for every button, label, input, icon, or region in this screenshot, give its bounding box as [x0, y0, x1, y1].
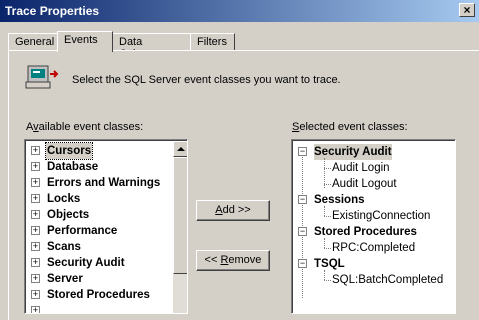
- tree-connector: [324, 216, 331, 217]
- tree-connector: [324, 206, 325, 216]
- title-bar: Trace Properties ×: [0, 0, 479, 22]
- list-item-security-audit[interactable]: + Security Audit: [31, 255, 171, 271]
- close-button[interactable]: ×: [459, 3, 475, 17]
- arrow-up-icon: [177, 147, 185, 151]
- scroll-up-button[interactable]: [173, 141, 187, 157]
- tree-group-stored-procedures[interactable]: − Stored Procedures: [298, 224, 453, 240]
- collapse-icon[interactable]: −: [298, 147, 307, 156]
- tree-connector: [324, 168, 331, 169]
- tree-connector: [324, 280, 331, 281]
- tab-strip: General Events Data Columns Filters: [8, 31, 478, 60]
- collapse-icon[interactable]: −: [298, 227, 307, 236]
- tree-group-sessions[interactable]: − Sessions: [298, 192, 453, 208]
- list-item-server[interactable]: + Server: [31, 271, 171, 287]
- tree-group-security-audit[interactable]: − Security Audit: [298, 144, 453, 160]
- expand-icon[interactable]: +: [31, 194, 40, 203]
- tab-data-columns[interactable]: Data Columns: [112, 33, 191, 60]
- remove-button[interactable]: << Remove: [196, 250, 270, 271]
- selected-events-tree[interactable]: − Security Audit Audit Login Audit Logou…: [291, 139, 456, 314]
- expand-icon[interactable]: +: [31, 162, 40, 171]
- collapse-icon[interactable]: −: [298, 195, 307, 204]
- window-title: Trace Properties: [5, 4, 100, 18]
- list-item-cursors[interactable]: + Cursors: [31, 142, 171, 160]
- collapse-icon[interactable]: −: [298, 259, 307, 268]
- vertical-scrollbar[interactable]: [173, 141, 187, 313]
- tab-filters[interactable]: Filters: [190, 33, 235, 50]
- tree-connector: [324, 270, 325, 280]
- list-item-database[interactable]: + Database: [31, 159, 171, 175]
- selected-events-label: Selected event classes:: [292, 121, 408, 133]
- expand-icon[interactable]: +: [31, 274, 40, 283]
- expand-icon[interactable]: +: [31, 306, 40, 313]
- tab-general[interactable]: General: [8, 33, 58, 50]
- close-icon: ×: [463, 3, 471, 17]
- expand-icon[interactable]: +: [31, 226, 40, 235]
- expand-icon[interactable]: +: [31, 258, 40, 267]
- list-item-scans[interactable]: + Scans: [31, 239, 171, 255]
- list-item-locks[interactable]: + Locks: [31, 191, 171, 207]
- tree-connector: [324, 248, 331, 249]
- expand-icon[interactable]: +: [31, 290, 40, 299]
- available-events-label: Available event classes:: [26, 121, 144, 133]
- list-item-objects[interactable]: + Objects: [31, 207, 171, 223]
- expand-icon[interactable]: +: [31, 178, 40, 187]
- list-item-stored-procedures[interactable]: + Stored Procedures: [31, 287, 171, 303]
- list-item-errors-and-warnings[interactable]: + Errors and Warnings: [31, 175, 171, 191]
- scroll-thumb[interactable]: [173, 157, 187, 274]
- list-item-performance[interactable]: + Performance: [31, 223, 171, 239]
- tab-events[interactable]: Events: [57, 31, 113, 52]
- add-button[interactable]: Add >>: [196, 200, 270, 221]
- expand-icon[interactable]: +: [31, 146, 40, 155]
- expand-icon[interactable]: +: [31, 242, 40, 251]
- trace-events-icon: [25, 65, 59, 89]
- expand-icon[interactable]: +: [31, 210, 40, 219]
- list-item-partial[interactable]: +: [31, 303, 171, 313]
- available-events-list[interactable]: + Cursors + Database + Errors and Warnin…: [24, 139, 188, 314]
- tree-connector: [324, 184, 331, 185]
- hint-text: Select the SQL Server event classes you …: [72, 74, 341, 86]
- tree-connector: [324, 238, 325, 248]
- tree-group-tsql[interactable]: − TSQL: [298, 256, 453, 272]
